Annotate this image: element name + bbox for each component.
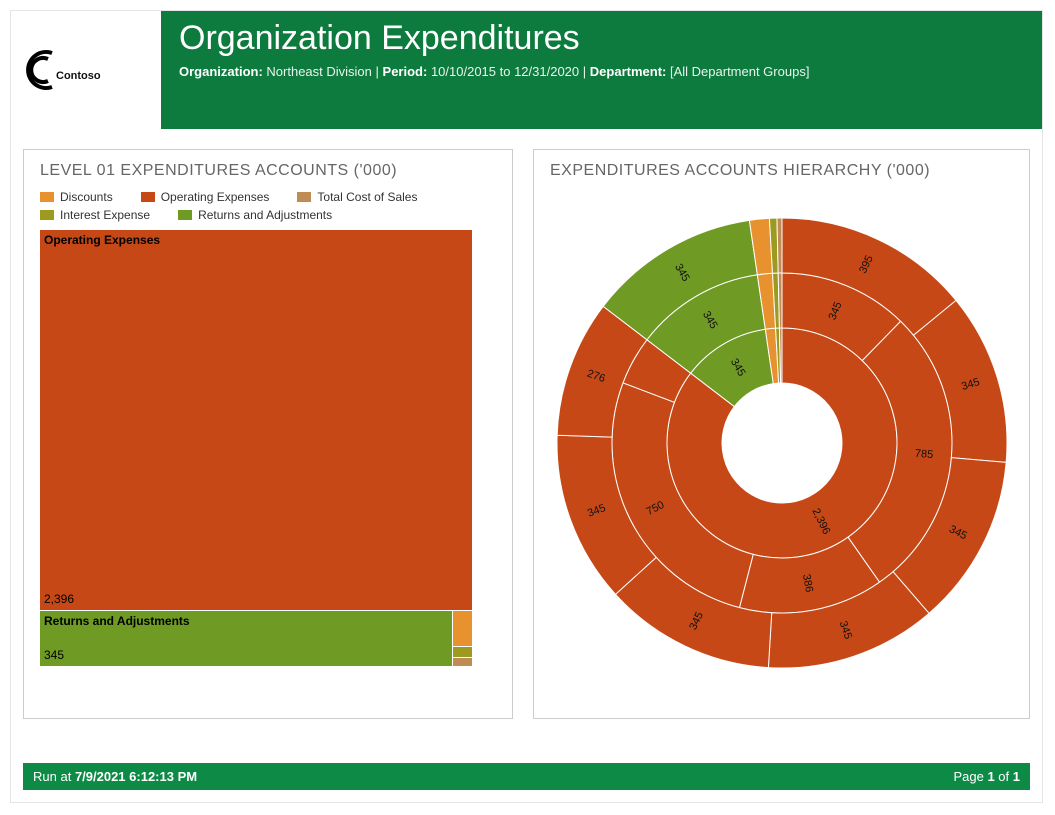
- page-indicator: Page 1 of 1: [953, 769, 1020, 784]
- dept-label: Department:: [590, 64, 667, 79]
- treemap-block-returns[interactable]: Returns and Adjustments 345: [40, 611, 452, 666]
- legend-label: Discounts: [60, 190, 113, 204]
- page-current: 1: [987, 769, 994, 784]
- treemap-block-operating-expenses[interactable]: Operating Expenses 2,396: [40, 230, 472, 610]
- legend-item: Returns and Adjustments: [178, 208, 332, 222]
- page-label: Page: [953, 769, 983, 784]
- sunburst-value-label: 785: [914, 448, 933, 461]
- block-label: Returns and Adjustments: [40, 611, 452, 631]
- legend-swatch: [40, 210, 54, 220]
- legend-label: Total Cost of Sales: [317, 190, 417, 204]
- org-value: Northeast Division: [266, 64, 372, 79]
- legend-item: Discounts: [40, 190, 113, 204]
- page-total: 1: [1013, 769, 1020, 784]
- dept-value: [All Department Groups]: [670, 64, 809, 79]
- legend-label: Returns and Adjustments: [198, 208, 332, 222]
- sunburst-segment[interactable]: [776, 218, 781, 273]
- legend-swatch: [141, 192, 155, 202]
- period-label: Period:: [383, 64, 428, 79]
- treemap-legend: Discounts Operating Expenses Total Cost of…: [32, 188, 504, 230]
- card-treemap: LEVEL 01 EXPENDITURES ACCOUNTS ('000) Di…: [23, 149, 513, 719]
- page-title: Organization Expenditures: [179, 19, 1024, 58]
- sunburst-chart[interactable]: 2,39634534578538675034539534534534534534…: [547, 208, 1017, 678]
- legend-swatch: [178, 210, 192, 220]
- legend-swatch: [297, 192, 311, 202]
- page-of: of: [998, 769, 1009, 784]
- legend-item: Interest Expense: [40, 208, 150, 222]
- subtitle: Organization: Northeast Division | Perio…: [179, 64, 1024, 79]
- block-value: 345: [44, 648, 64, 662]
- treemap-block-interest[interactable]: [453, 647, 472, 657]
- card-sunburst: EXPENDITURES ACCOUNTS HIERARCHY ('000) 2…: [533, 149, 1030, 719]
- run-value: 7/9/2021 6:12:13 PM: [75, 769, 197, 784]
- legend-swatch: [40, 192, 54, 202]
- sunburst-segment[interactable]: [778, 273, 782, 328]
- legend-label: Operating Expenses: [161, 190, 270, 204]
- report-page: Contoso Organization Expenditures Organi…: [10, 10, 1043, 803]
- treemap-title: LEVEL 01 EXPENDITURES ACCOUNTS ('000): [32, 158, 504, 188]
- content-row: LEVEL 01 EXPENDITURES ACCOUNTS ('000) Di…: [11, 129, 1042, 729]
- period-value: 10/10/2015 to 12/31/2020: [431, 64, 579, 79]
- legend-item: Operating Expenses: [141, 190, 270, 204]
- treemap-block-cost-of-sales[interactable]: [453, 658, 472, 666]
- sunburst-title: EXPENDITURES ACCOUNTS HIERARCHY ('000): [542, 158, 1021, 188]
- org-label: Organization:: [179, 64, 263, 79]
- treemap-block-discounts[interactable]: [453, 611, 472, 646]
- treemap-chart[interactable]: Operating Expenses 2,396 Returns and Adj…: [40, 230, 472, 666]
- block-value: 2,396: [44, 592, 74, 606]
- title-banner: Organization Expenditures Organization: …: [161, 11, 1042, 129]
- legend-label: Interest Expense: [60, 208, 150, 222]
- run-timestamp: Run at 7/9/2021 6:12:13 PM: [33, 769, 197, 784]
- logo: Contoso: [11, 11, 161, 129]
- legend-item: Total Cost of Sales: [297, 190, 417, 204]
- run-label: Run at: [33, 769, 71, 784]
- block-label: Operating Expenses: [40, 230, 472, 250]
- contoso-logo-icon: Contoso: [22, 45, 150, 95]
- report-header: Contoso Organization Expenditures Organi…: [11, 11, 1042, 129]
- report-footer: Run at 7/9/2021 6:12:13 PM Page 1 of 1: [23, 763, 1030, 790]
- svg-text:Contoso: Contoso: [56, 70, 101, 82]
